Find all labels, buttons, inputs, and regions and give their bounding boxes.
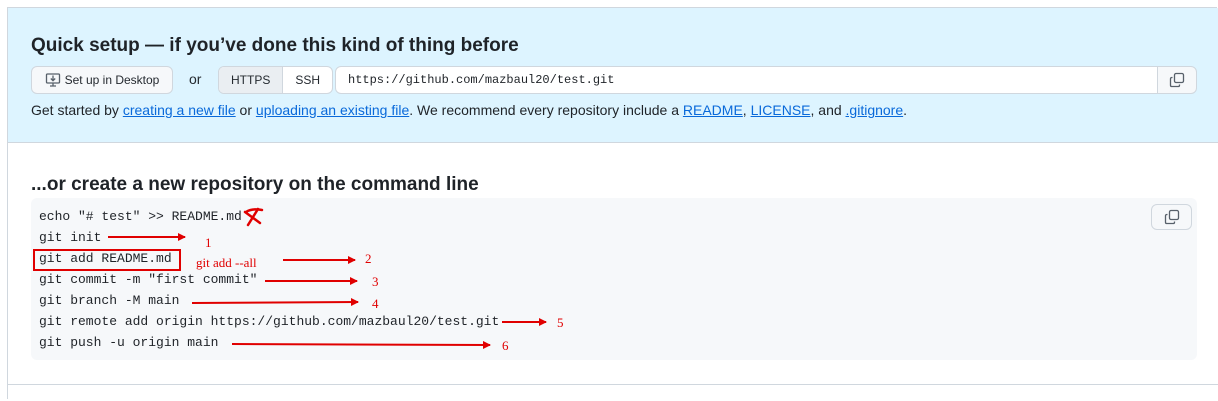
cross-mark — [243, 207, 264, 227]
annotation-number-5: 5 — [557, 315, 564, 330]
annotation-number-1: 1 — [205, 235, 212, 250]
annotation-number-4: 4 — [372, 296, 379, 311]
annotation-number-2: 2 — [365, 251, 372, 266]
annotation-arrows — [108, 207, 547, 349]
arrow-4 — [191, 298, 359, 307]
arrow-6 — [231, 340, 491, 349]
annotation-git-add-all: git add --all — [196, 255, 257, 270]
annotation-number-3: 3 — [372, 274, 379, 289]
annotation-number-6: 6 — [502, 338, 509, 353]
